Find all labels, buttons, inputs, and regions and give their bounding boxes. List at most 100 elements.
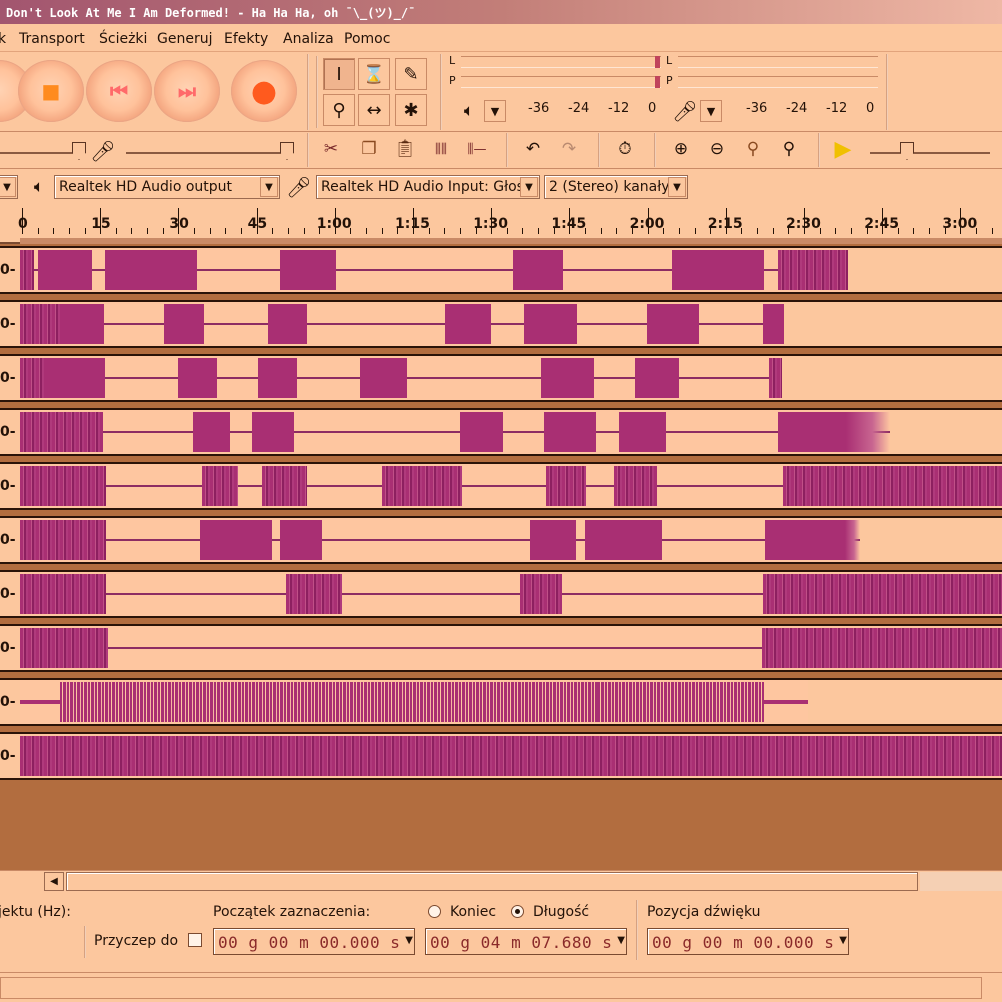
ruler-minor-tick: [976, 228, 978, 234]
ruler-minor-tick: [506, 228, 508, 234]
waveform-segment: [445, 304, 491, 344]
copy-icon: ❐: [361, 139, 377, 159]
tracks-area[interactable]: 0- 0- 0- 0- 0- 0- 0- 0- 0- 0-: [0, 244, 1002, 870]
redo-button[interactable]: ↷: [554, 134, 584, 164]
menu-analyze[interactable]: Analiza: [283, 31, 334, 47]
ruler-minor-tick: [131, 228, 133, 234]
play-at-speed-button[interactable]: ▶: [828, 134, 858, 164]
end-radio[interactable]: [428, 905, 441, 918]
audio-host-dropdown[interactable]: ▼: [0, 175, 18, 199]
length-radio[interactable]: [511, 905, 524, 918]
skip-to-start-button[interactable]: ⏮: [86, 60, 152, 122]
length-label: Długość: [533, 904, 590, 920]
track-scale-label: 0-: [0, 424, 16, 440]
audio-track[interactable]: 0-: [0, 516, 1002, 564]
audio-track[interactable]: 0-: [0, 300, 1002, 348]
ruler-minor-tick: [678, 228, 680, 234]
audio-track[interactable]: 0-: [0, 354, 1002, 402]
input-device-dropdown[interactable]: Realtek HD Audio Input: Głośn ▼: [316, 175, 540, 199]
output-meter-left[interactable]: L: [449, 54, 667, 70]
waveform-segment: [762, 628, 1002, 668]
silence-button[interactable]: ⫼—: [462, 134, 492, 164]
waveform-centerline: [20, 539, 860, 541]
undo-button[interactable]: ↶: [518, 134, 548, 164]
ruler-minor-tick: [115, 228, 117, 234]
timeline-ruler[interactable]: 0 15 30 45 1:00 1:15 1:30 1:45 2:00 2:15 2:30 2:45 3…: [0, 208, 1002, 244]
chevron-down-icon: ▼: [617, 935, 625, 946]
menu-tracks[interactable]: Ścieżki: [99, 31, 147, 47]
microphone-icon: 🎤︎: [286, 175, 312, 199]
chevron-left-icon: ◀: [50, 876, 58, 887]
ruler-minor-tick: [522, 228, 524, 234]
menu-effects[interactable]: Efekty: [224, 31, 268, 47]
clip-indicator: [655, 56, 660, 68]
audio-track[interactable]: 0-: [0, 246, 1002, 294]
selection-length-time[interactable]: 00 g 04 m 07.680 s ▼: [425, 928, 627, 955]
multi-tool-button[interactable]: ✱: [395, 94, 427, 126]
horizontal-scrollbar[interactable]: ◀: [42, 870, 1002, 892]
play-icon: ▶: [834, 136, 852, 162]
scroll-left-button[interactable]: ◀: [44, 872, 64, 891]
audio-position-label: Pozycja dźwięku: [647, 904, 761, 920]
toolbar-separator: [440, 54, 442, 130]
audio-position-time[interactable]: 00 g 00 m 00.000 s ▼: [647, 928, 849, 955]
waveform-segment: [262, 466, 307, 506]
menu-transport[interactable]: Transport: [19, 31, 85, 47]
audio-track[interactable]: 0-: [0, 462, 1002, 510]
double-arrow-icon: ↔: [366, 99, 382, 121]
ruler-label: 1:00: [316, 216, 352, 232]
input-scale-label: -12: [826, 101, 848, 116]
toolbar-separator: [654, 133, 656, 167]
stop-icon: ■: [41, 79, 61, 103]
snap-to-checkbox[interactable]: [188, 933, 202, 947]
input-meter-left[interactable]: L: [666, 54, 880, 70]
fit-project-button[interactable]: ⚲: [774, 134, 804, 164]
toolbar-grip: [316, 56, 318, 128]
waveform-segment: [585, 520, 662, 560]
skip-to-end-button[interactable]: ⏭: [154, 60, 220, 122]
menu-help[interactable]: Pomoc: [344, 31, 390, 47]
timeshift-tool-button[interactable]: ↔: [358, 94, 390, 126]
audio-track[interactable]: 0-: [0, 732, 1002, 780]
ruler-minor-tick: [287, 228, 289, 234]
audio-track[interactable]: 0-: [0, 678, 1002, 726]
selection-start-time[interactable]: 00 g 00 m 00.000 s ▼: [213, 928, 415, 955]
output-meter-right[interactable]: P: [449, 74, 667, 90]
paste-button[interactable]: 📋︎: [390, 134, 420, 164]
record-icon: ●: [250, 73, 278, 109]
menu-view[interactable]: k: [0, 31, 6, 47]
menu-bar: k Transport Ścieżki Generuj Efekty Anali…: [0, 26, 1002, 52]
stop-button[interactable]: ■: [18, 60, 84, 122]
waveform-segment: [62, 304, 104, 344]
audio-track[interactable]: 0-: [0, 408, 1002, 456]
waveform-segment: [20, 250, 34, 290]
envelope-tool-button[interactable]: ⌛: [358, 58, 390, 90]
copy-button[interactable]: ❐: [354, 134, 384, 164]
window-title: Don't Look At Me I Am Deformed! - Ha Ha …: [6, 6, 416, 20]
input-channels-dropdown[interactable]: 2 (Stereo) kanały ▼: [544, 175, 688, 199]
audio-track[interactable]: 0-: [0, 624, 1002, 672]
input-meter-right[interactable]: P: [666, 74, 880, 90]
fit-selection-button[interactable]: ⚲: [738, 134, 768, 164]
ruler-label: 2:30: [786, 216, 821, 232]
waveform-segment: [20, 412, 103, 452]
output-device-dropdown[interactable]: Realtek HD Audio output ▼: [54, 175, 280, 199]
zoom-tool-button[interactable]: ⚲: [323, 94, 355, 126]
sync-lock-button[interactable]: ⏱: [610, 134, 640, 164]
input-meter-menu-button[interactable]: ▼: [700, 100, 722, 122]
trim-button[interactable]: ⫼⫼: [426, 134, 456, 164]
waveform-segment: [647, 304, 699, 344]
scrollbar-thumb[interactable]: [66, 872, 918, 891]
zoom-out-button[interactable]: ⊖: [702, 134, 732, 164]
record-button[interactable]: ●: [231, 60, 297, 122]
zoom-in-button[interactable]: ⊕: [666, 134, 696, 164]
menu-generate[interactable]: Generuj: [157, 31, 212, 47]
cut-button[interactable]: ✂: [316, 134, 346, 164]
skip-end-icon: ⏭: [178, 79, 196, 103]
output-meter-menu-button[interactable]: ▼: [484, 100, 506, 122]
ruler-minor-tick: [84, 228, 86, 234]
selection-tool-button[interactable]: I: [323, 58, 355, 90]
audio-track[interactable]: 0-: [0, 570, 1002, 618]
ruler-minor-tick: [68, 228, 70, 234]
draw-tool-button[interactable]: ✎: [395, 58, 427, 90]
